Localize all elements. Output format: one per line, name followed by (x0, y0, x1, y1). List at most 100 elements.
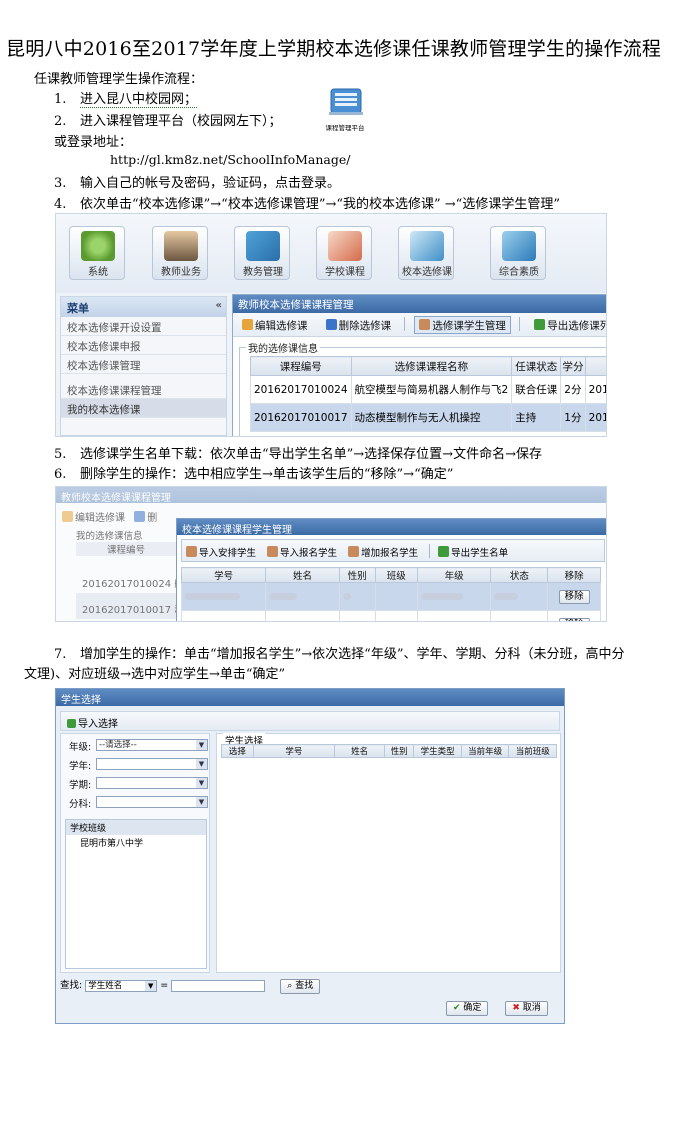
add-user-icon (348, 546, 360, 557)
screenshot-student-management: 教师校本选修课课程管理 编辑选修课 删 我的选修课信息 课程编号 2016201… (55, 486, 607, 622)
login-url[interactable]: http://gl.km8z.net/SchoolInfoManage/ (110, 152, 351, 167)
import-selection-button[interactable]: 导入选择 (67, 719, 118, 730)
module-system[interactable]: 系统 (69, 226, 125, 280)
step-6: 6. 删除学生的操作：选中相应学生→单击该学生后的“移除”→“确定” (54, 463, 453, 482)
export-list-button[interactable]: 导出选修课列表 (529, 316, 606, 334)
search-field-select[interactable]: 学生姓名 ▼ (85, 979, 158, 992)
window-title: 校本选修课课程学生管理 (177, 519, 606, 536)
table-row[interactable]: 20162017010024航空模型与简易机器人制作与飞2联合任课2分2016 (250, 375, 606, 404)
menu-item[interactable]: 校本选修课申报 (61, 336, 226, 355)
ruler-icon (328, 231, 362, 261)
module-academic[interactable]: 教务管理 (234, 226, 290, 280)
chevron-down-icon: ▼ (196, 759, 207, 769)
student-management-window: 校本选修课课程学生管理 导入安排学生 导入报名学生 增加报名学生 导出学生名单 … (176, 518, 606, 621)
student-icon (419, 319, 431, 330)
screenshot-elective-management: 系统 教师业务 教务管理 学校课程 校本选修课 综合素质 菜单 « 校本选修课开设… (55, 213, 607, 437)
step-3: 3. 输入自己的帐号及密码，验证码，点击登录。 (54, 172, 340, 191)
table-row[interactable]: 移除 (180, 610, 601, 621)
step-4: 4. 依次单击“校本选修课”→“校本选修课管理”→“我的校本选修课” →“选修课学… (54, 193, 560, 212)
step-7-continued: 文理)、对应班级→选中对应学生→单击“确定” (24, 667, 286, 682)
student-select-table: 选择 学号 姓名 性别 学生类型 当前年级 当前班级 (221, 744, 557, 758)
step-number: 6. (54, 467, 67, 482)
table-row-selected[interactable]: 移除 (180, 582, 601, 611)
step-1: 1. 进入昆八中校园网； (54, 88, 198, 108)
search-icon: ⌕ (287, 981, 293, 991)
import-registered-button[interactable]: 导入报名学生 (267, 546, 337, 559)
student-icon (267, 546, 279, 557)
login-address-label: 或登录地址： (54, 135, 133, 150)
my-course-info: 我的选修课信息 课程编号 选修课课程名称 任课状态 学分 20162017010… (239, 340, 606, 436)
toolbar: 导入安排学生 导入报名学生 增加报名学生 导出学生名单 (181, 539, 605, 562)
step-text: 输入自己的帐号及密码，验证码，点击登录。 (80, 176, 341, 191)
remove-button[interactable]: 移除 (558, 617, 590, 621)
add-registered-button[interactable]: 增加报名学生 (348, 546, 418, 559)
gear-icon (81, 231, 115, 261)
step-number: 3. (54, 176, 67, 191)
close-icon: ✖ (512, 1003, 520, 1013)
student-selection-panel: 学生选择 选择 学号 姓名 性别 学生类型 当前年级 当前班级 (216, 733, 561, 973)
step-number: 2. (54, 114, 67, 129)
edit-course-button[interactable]: 编辑选修课 (237, 316, 313, 334)
chevron-down-icon: ▼ (145, 980, 157, 991)
toolbar: 编辑选修课 删除选修课 选修课学生管理 导出选修课列表 (233, 313, 606, 337)
student-icon (186, 546, 197, 557)
delete-course-button[interactable]: 删除选修课 (321, 316, 397, 334)
student-management-button[interactable]: 选修课学生管理 (414, 316, 511, 334)
course-platform-label: 课程管理平台 (325, 124, 365, 132)
subject-select[interactable]: ▼ (96, 796, 208, 808)
menu-item[interactable]: 校本选修课课程管理 (61, 380, 226, 399)
menu-item[interactable]: 校本选修课管理 (61, 355, 226, 374)
tree-item[interactable]: 昆明市第八中学 (66, 835, 206, 850)
step-text: 增加学生的操作：单击“增加报名学生”→依次选择“年级”、学年、学期、分科（未分班… (80, 647, 625, 662)
search-bar: 查找: 学生姓名 ▼ = ⌕ 查找 (60, 977, 560, 994)
notebook-icon (502, 231, 536, 261)
collapse-icon[interactable]: « (216, 300, 222, 311)
edit-icon (62, 511, 73, 522)
toolbar: 导入选择 (60, 711, 560, 731)
student-table: 学号 姓名 性别 班级 年级 状态 移除 移除 (180, 567, 601, 621)
step-number: 5. (54, 447, 67, 462)
import-arranged-button[interactable]: 导入安排学生 (186, 546, 256, 559)
search-button[interactable]: ⌕ 查找 (280, 979, 321, 994)
menu-item[interactable]: 校本选修课开设设置 (61, 317, 226, 336)
import-icon (67, 719, 76, 728)
edit-icon (242, 319, 253, 330)
step-7: 7. 增加学生的操作：单击“增加报名学生”→依次选择“年级”、学年、学期、分科（未… (54, 643, 624, 662)
export-icon (534, 319, 546, 330)
course-platform-shortcut[interactable]: 课程管理平台 (322, 86, 368, 134)
filter-panel: 年级: --请选择-- ▼ 学年: ▼ 学期: ▼ 分科: ▼ 学校班级 昆明市第… (60, 733, 210, 973)
window-title: 学生选择 (56, 689, 564, 706)
intro-text: 任课教师管理学生操作流程： (34, 72, 204, 87)
tree-header: 学校班级 (66, 820, 206, 835)
step-number: 7. (54, 647, 67, 662)
module-school-course[interactable]: 学校课程 (316, 226, 372, 280)
remove-button[interactable]: 移除 (558, 589, 590, 604)
cancel-button[interactable]: ✖ 取消 (505, 1001, 548, 1016)
step-text: 进入昆八中校园网； (80, 92, 198, 108)
module-elective[interactable]: 校本选修课 (398, 226, 454, 280)
search-input[interactable] (171, 979, 266, 992)
grade-select[interactable]: --请选择-- ▼ (96, 739, 208, 751)
step-5: 5. 选修课学生名单下载：依次单击“导出学生名单”→选择保存位置→文件命名→保存 (54, 443, 542, 462)
export-icon (438, 546, 450, 557)
school-year-select[interactable]: ▼ (96, 758, 208, 770)
book-icon (246, 231, 280, 261)
semester-select[interactable]: ▼ (96, 777, 208, 789)
step-number: 1. (54, 92, 67, 107)
step-number: 4. (54, 197, 67, 212)
ok-button[interactable]: ✔ 确定 (446, 1001, 489, 1016)
menu-item-selected[interactable]: 我的校本选修课 (61, 399, 226, 418)
module-quality[interactable]: 综合素质 (490, 226, 546, 280)
chevron-down-icon: ▼ (196, 797, 207, 807)
table-row-selected[interactable]: 20162017010017动态模型制作与无人机操控主持1分2016 (250, 403, 606, 432)
pencil-icon (410, 231, 444, 261)
export-students-button[interactable]: 导出学生名单 (438, 546, 508, 559)
check-icon: ✔ (453, 1003, 461, 1013)
chevron-down-icon: ▼ (196, 740, 207, 750)
course-platform-icon (329, 88, 363, 115)
menu-header: 菜单 « (61, 297, 226, 317)
module-teacher[interactable]: 教师业务 (152, 226, 208, 280)
teacher-icon (164, 231, 198, 261)
delete-icon (325, 319, 337, 330)
window-title: 教师校本选修课课程管理 (233, 295, 606, 313)
